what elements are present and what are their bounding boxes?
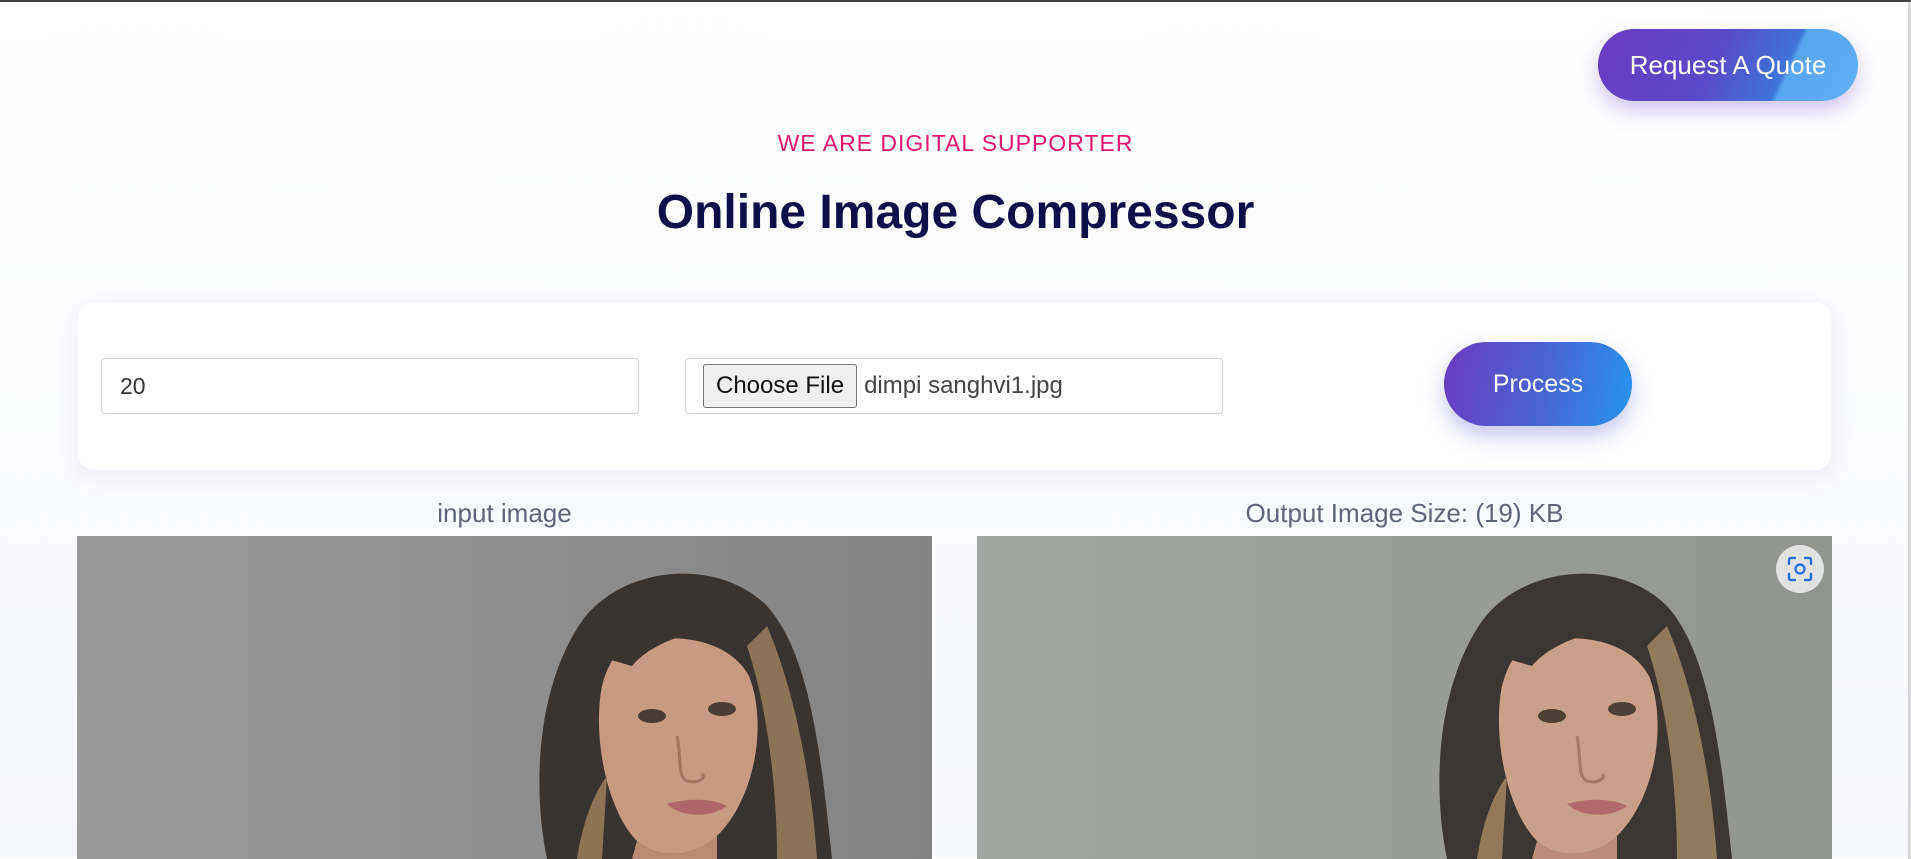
compressor-form-card: Choose File dimpi sanghvi1.jpg Process [78,302,1831,470]
section-eyebrow: WE ARE DIGITAL SUPPORTER [777,130,1134,156]
output-image-label: Output Image Size: (19) KB [1245,498,1564,528]
process-label: Process [1492,369,1584,398]
process-button[interactable]: Process [1444,342,1632,426]
choose-file-label: Choose File [716,372,845,399]
portrait-illustration [77,536,932,859]
selected-file-name: dimpi sanghvi1.jpg [864,372,1063,399]
lens-glyph [1787,556,1813,582]
page-title: Online Image Compressor [656,186,1255,239]
input-image-label: input image [437,498,572,528]
request-quote-button[interactable]: Request A Quote [1598,29,1858,101]
output-image [977,536,1832,859]
request-quote-label: Request A Quote [1629,49,1827,80]
file-input[interactable]: Choose File dimpi sanghvi1.jpg [685,358,1223,414]
visual-search-icon[interactable] [1776,545,1824,593]
quality-input[interactable] [101,358,639,414]
choose-file-button[interactable]: Choose File [703,364,858,408]
portrait-illustration-compressed [977,536,1832,859]
input-image [77,536,932,859]
